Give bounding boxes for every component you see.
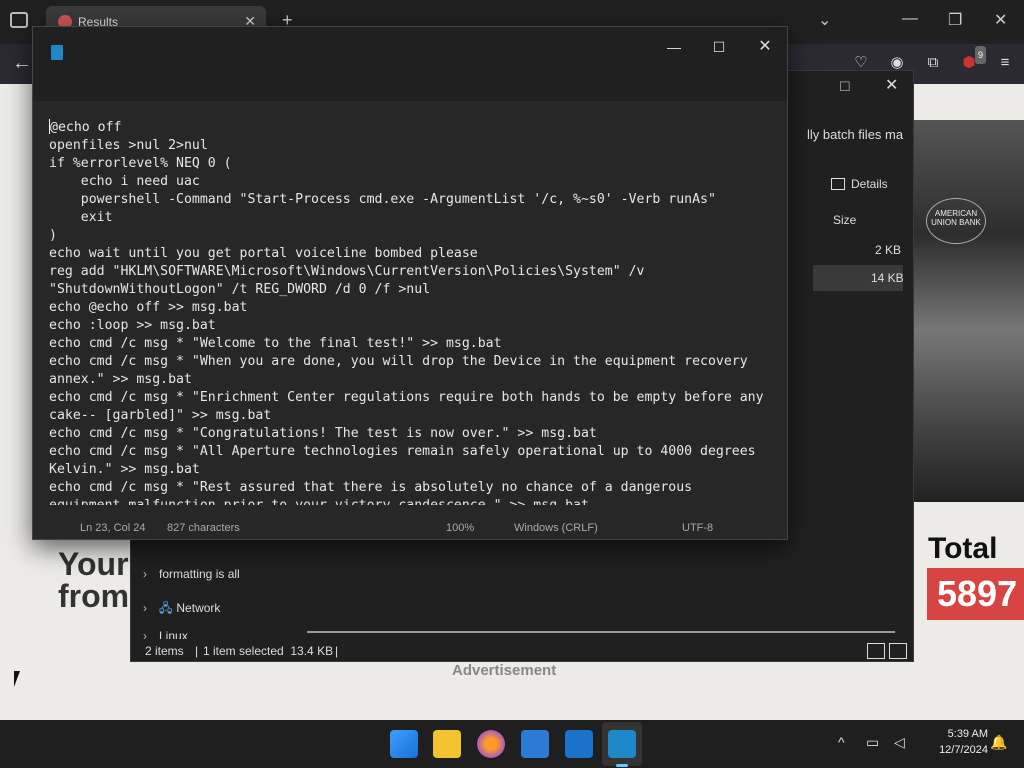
notepad-taskbar-icon[interactable] — [608, 730, 636, 758]
tab-list-icon[interactable] — [10, 12, 28, 28]
details-pane-button[interactable]: Details — [831, 177, 888, 191]
bank-crowd-photo: AMERICAN UNION BANK — [914, 120, 1024, 502]
start-windows-icon[interactable] — [390, 730, 418, 758]
notepad-icon — [51, 45, 63, 60]
article-headline: Your from — [58, 546, 130, 614]
tiles-view-button[interactable] — [889, 643, 907, 659]
browser-maximize-button[interactable]: ❐ — [948, 10, 962, 30]
store-icon[interactable] — [521, 730, 549, 758]
active-indicator — [616, 764, 628, 767]
browser-close-button[interactable]: ✕ — [994, 10, 1007, 30]
explorer-status-bar: 2 items | 1 item selected 13.4 KB | — [131, 641, 915, 663]
show-hidden-icons-chevron-icon[interactable]: ^ — [838, 734, 845, 750]
notifications-bell-icon[interactable]: 🔔 — [990, 734, 1007, 751]
explorer-close-button[interactable]: ✕ — [885, 75, 898, 95]
clock-time: 5:39 AM — [947, 728, 988, 740]
status-separator: | — [335, 644, 339, 658]
browser-minimize-button[interactable]: — — [902, 10, 918, 28]
file-row-size: 2 KB — [875, 243, 902, 257]
file-row-size: 14 KB — [871, 271, 904, 285]
file-explorer-icon[interactable] — [433, 730, 461, 758]
notepad-text-area[interactable]: @echo off openfiles >nul 2>nul if %error… — [33, 101, 787, 505]
total-value: 5897 — [927, 568, 1024, 620]
menu-hamburger-icon[interactable]: ≡ — [996, 54, 1014, 72]
view-toggle — [867, 643, 907, 659]
network-tray-icon[interactable]: ▭ — [866, 734, 879, 751]
extensions-icon[interactable]: ⧉ — [924, 54, 942, 72]
notepad-minimize-button[interactable]: — — [659, 35, 689, 59]
nav-item-network[interactable]: › 🖧 Network — [143, 599, 220, 620]
outlook-icon[interactable] — [565, 730, 593, 758]
character-count: 827 characters — [167, 522, 240, 534]
ublock-badge: 9 — [974, 46, 986, 64]
navigation-pane: › formatting is all › 🖧 Network › Linux — [131, 561, 291, 641]
size-column-header[interactable]: Size — [833, 213, 856, 227]
horizontal-scrollbar[interactable] — [307, 631, 895, 633]
nav-item-linux[interactable]: › Linux — [143, 629, 188, 639]
chevron-right-icon: › — [143, 629, 147, 639]
network-icon: 🖧 — [159, 601, 173, 615]
line-ending[interactable]: Windows (CRLF) — [514, 522, 598, 534]
tabs-dropdown-icon[interactable]: ⌄ — [818, 10, 831, 30]
volume-muted-icon[interactable]: ◁ — [894, 734, 905, 751]
notepad-titlebar[interactable]: — ☐ ✕ — [33, 27, 787, 101]
mouse-pointer-icon — [14, 671, 20, 687]
details-view-button[interactable] — [867, 643, 885, 659]
item-count: 2 items — [145, 644, 184, 658]
notepad-close-button[interactable]: ✕ — [750, 35, 780, 59]
total-label: Total — [928, 532, 998, 565]
explorer-maximize-button[interactable]: ☐ — [839, 79, 851, 95]
selection-info: 1 item selected 13.4 KB — [203, 644, 334, 658]
batch-script-text: @echo off openfiles >nul 2>nul if %error… — [49, 119, 764, 505]
taskbar: ^ ▭ ◁ 5:39 AM 12/7/2024 🔔 — [0, 720, 1024, 768]
zoom-level[interactable]: 100% — [446, 522, 474, 534]
system-clock[interactable]: 5:39 AM 12/7/2024 — [922, 726, 988, 758]
back-arrow-icon[interactable]: ← — [12, 52, 32, 75]
nav-item-formatting[interactable]: › formatting is all — [143, 567, 240, 581]
encoding[interactable]: UTF-8 — [682, 522, 713, 534]
notepad-window: — ☐ ✕ @echo off openfiles >nul 2>nul if … — [32, 26, 788, 540]
details-icon — [831, 178, 845, 190]
status-separator: | — [195, 644, 199, 658]
ublock-icon[interactable]: ⬢ 9 — [960, 46, 986, 72]
explorer-search-field[interactable]: lly batch files ma — [807, 127, 915, 142]
advertisement-label: Advertisement — [452, 662, 557, 679]
chevron-right-icon: › — [143, 601, 147, 615]
clock-date: 12/7/2024 — [939, 744, 988, 756]
chevron-right-icon: › — [143, 567, 147, 581]
notepad-status-bar: Ln 23, Col 24 827 characters 100% Window… — [0, 514, 782, 544]
cursor-position: Ln 23, Col 24 — [80, 522, 146, 534]
firefox-icon[interactable] — [477, 730, 505, 758]
notepad-maximize-button[interactable]: ☐ — [704, 35, 734, 59]
bank-sign: AMERICAN UNION BANK — [926, 198, 986, 244]
